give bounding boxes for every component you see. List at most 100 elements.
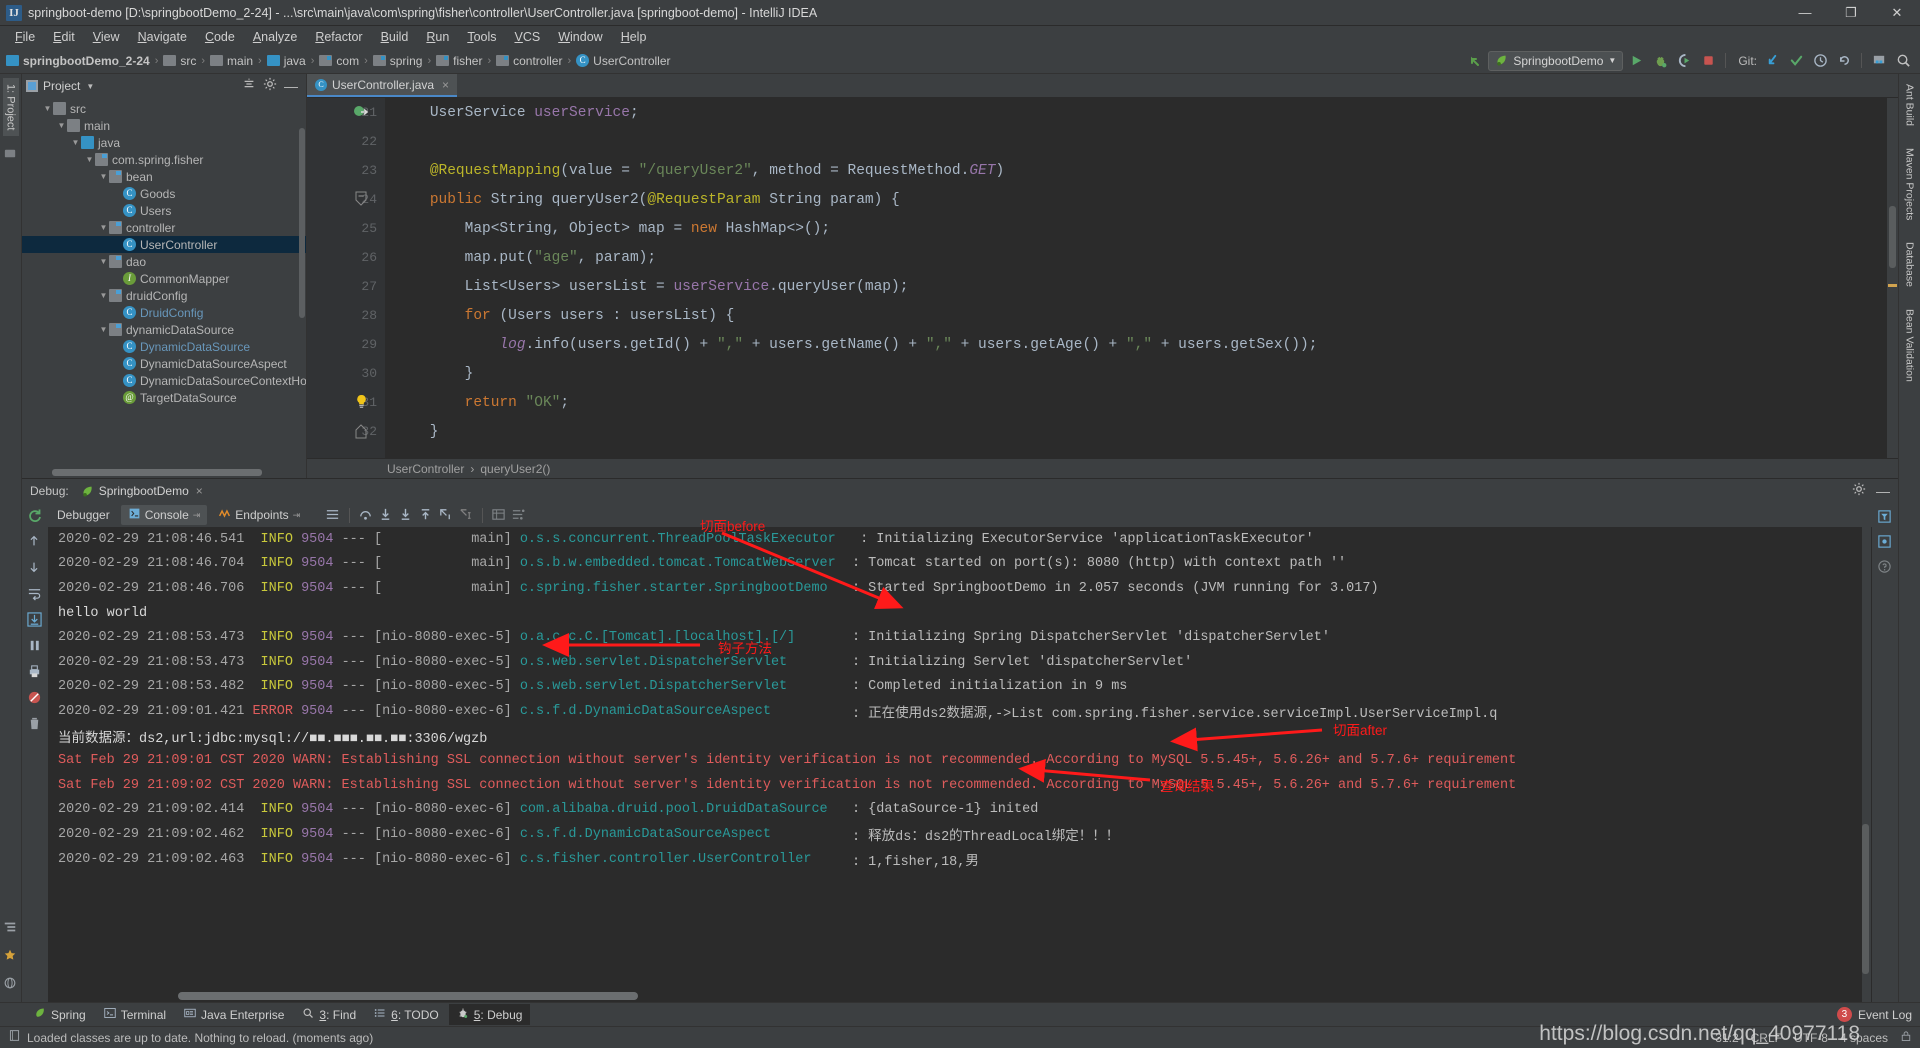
pause-icon[interactable] — [27, 638, 43, 654]
tree-item-dynamicdatasourcecontextholder[interactable]: C DynamicDataSourceContextHolder — [22, 372, 306, 389]
code-line[interactable]: @RequestMapping (value = "/queryUser2", m… — [395, 156, 1898, 185]
tree-expand-arrow[interactable]: ▼ — [98, 257, 109, 266]
project-tree-scrollbar[interactable] — [299, 128, 305, 318]
code-line[interactable]: for (Users users : usersList) { — [395, 301, 1898, 330]
print-icon[interactable] — [27, 664, 43, 680]
tree-item-src[interactable]: ▼ src — [22, 100, 306, 117]
console-vscrollbar[interactable] — [1862, 527, 1871, 1002]
maximize-button[interactable]: ❐ — [1828, 0, 1874, 26]
menu-item-tools[interactable]: Tools — [458, 28, 505, 46]
stop-button[interactable] — [1697, 51, 1719, 71]
project-structure-icon[interactable] — [1868, 51, 1890, 71]
chevron-down-icon[interactable]: ▼ — [86, 82, 94, 91]
fold-end-icon[interactable] — [355, 423, 369, 439]
editor-breadcrumb-item[interactable]: queryUser2() — [480, 462, 550, 476]
tool-window-java-enterprise[interactable]: Java Enterprise — [176, 1004, 292, 1025]
debug-tab-debugger[interactable]: Debugger — [50, 506, 117, 524]
minimize-button[interactable]: — — [1782, 0, 1828, 26]
tool-window-terminal[interactable]: Terminal — [96, 1004, 174, 1025]
right-tab-maven-projects[interactable]: Maven Projects — [1902, 142, 1918, 226]
run-with-coverage-button[interactable] — [1673, 51, 1695, 71]
tree-expand-arrow[interactable]: ▼ — [98, 325, 109, 334]
soft-wrap-icon[interactable] — [27, 586, 43, 602]
editor-scroll-thumb[interactable] — [1889, 206, 1896, 268]
git-commit-icon[interactable] — [1785, 51, 1807, 71]
breadcrumb-spring[interactable]: spring — [371, 54, 425, 68]
step-out-icon[interactable] — [418, 507, 434, 523]
tree-item-commonmapper[interactable]: I CommonMapper — [22, 270, 306, 287]
sidebar-tab-favorites-icon[interactable] — [3, 948, 19, 964]
menu-item-code[interactable]: Code — [196, 28, 244, 46]
git-history-icon[interactable] — [1809, 51, 1831, 71]
tree-item-dynamicdatasource[interactable]: ▼ dynamicDataSource — [22, 321, 306, 338]
tree-item-bean[interactable]: ▼ bean — [22, 168, 306, 185]
menu-item-navigate[interactable]: Navigate — [129, 28, 196, 46]
code-line[interactable]: } — [395, 359, 1898, 388]
fold-collapse-icon[interactable] — [355, 191, 369, 206]
git-update-icon[interactable] — [1761, 51, 1783, 71]
tree-expand-arrow[interactable]: ▼ — [98, 172, 109, 181]
run-button[interactable] — [1625, 51, 1647, 71]
structure-folder-icon[interactable] — [3, 146, 19, 162]
step-over-icon[interactable] — [358, 507, 374, 523]
console-settings-icon[interactable] — [1877, 534, 1893, 550]
debug-tab-endpoints[interactable]: Endpoints ⇥ — [211, 505, 307, 525]
breadcrumb-fisher[interactable]: fisher — [434, 54, 484, 68]
tree-item-dao[interactable]: ▼ dao — [22, 253, 306, 270]
gear-icon[interactable] — [1852, 482, 1866, 501]
drop-frame-icon[interactable] — [438, 507, 454, 523]
breadcrumb-com[interactable]: com — [317, 54, 361, 68]
tree-item-usercontroller[interactable]: C UserController — [22, 236, 306, 253]
menu-item-edit[interactable]: Edit — [44, 28, 84, 46]
menu-item-refactor[interactable]: Refactor — [306, 28, 371, 46]
code-line[interactable]: List<Users> usersList = userService .quer… — [395, 272, 1898, 301]
project-tree-hscrollbar[interactable] — [52, 469, 262, 476]
sidebar-tab-structure-icon[interactable] — [3, 920, 19, 936]
editor-warning-marker[interactable] — [1888, 284, 1897, 287]
editor-scrollbar[interactable] — [1887, 98, 1898, 458]
menu-item-view[interactable]: View — [84, 28, 129, 46]
console-hscrollbar[interactable] — [178, 992, 638, 1000]
git-revert-icon[interactable] — [1833, 51, 1855, 71]
editor-tab-usercontroller[interactable]: C UserController.java × — [307, 74, 458, 97]
debug-tab-console[interactable]: Console ⇥ — [120, 505, 208, 525]
breadcrumb-main[interactable]: main — [208, 54, 255, 68]
tree-item-druidconfig[interactable]: C DruidConfig — [22, 304, 306, 321]
rerun-icon[interactable] — [27, 508, 43, 524]
close-icon[interactable]: × — [442, 78, 449, 92]
tree-item-druidconfig[interactable]: ▼ druidConfig — [22, 287, 306, 304]
tool-window-3-find[interactable]: 3: Find — [294, 1004, 364, 1025]
right-tab-bean-validation[interactable]: Bean Validation — [1902, 303, 1918, 388]
tool-window-spring[interactable]: Spring — [26, 1004, 94, 1025]
evaluate-table-icon[interactable] — [491, 507, 507, 523]
tool-window-6-todo[interactable]: 6: TODO — [366, 1004, 447, 1025]
gear-icon[interactable] — [263, 77, 277, 96]
menu-item-window[interactable]: Window — [549, 28, 611, 46]
right-tab-ant-build[interactable]: Ant Build — [1902, 78, 1918, 132]
right-tab-database[interactable]: Database — [1902, 236, 1918, 293]
code-line[interactable]: } — [395, 417, 1898, 446]
tree-item-main[interactable]: ▼ main — [22, 117, 306, 134]
intention-bulb-icon[interactable] — [355, 394, 369, 408]
tree-expand-arrow[interactable]: ▼ — [56, 121, 67, 130]
tree-item-java[interactable]: ▼ java — [22, 134, 306, 151]
editor-breadcrumb-item[interactable]: UserController — [387, 462, 464, 476]
breadcrumb-controller[interactable]: controller — [494, 54, 564, 68]
pin-icon[interactable]: ⇥ — [193, 510, 201, 521]
hide-panel-icon[interactable]: — — [284, 79, 298, 93]
settings-lines-icon[interactable] — [511, 507, 527, 523]
breadcrumb-usercontroller[interactable]: C UserController — [574, 54, 672, 68]
tree-item-users[interactable]: C Users — [22, 202, 306, 219]
stop-record-icon[interactable] — [27, 690, 43, 706]
editor-gutter[interactable]: 21 22 23 24 25 26 27 28 29 30 31 32 — [307, 98, 385, 458]
tree-expand-arrow[interactable]: ▼ — [98, 223, 109, 232]
tree-item-com-spring-fisher[interactable]: ▼ com.spring.fisher — [22, 151, 306, 168]
run-configuration-selector[interactable]: SpringbootDemo ▼ — [1488, 50, 1624, 71]
chevron-down-icon[interactable]: ▼ — [1608, 56, 1616, 65]
console-help-icon[interactable] — [1877, 559, 1893, 575]
code-line[interactable]: public String queryUser2(@RequestParam S… — [395, 185, 1898, 214]
tree-expand-arrow[interactable]: ▼ — [70, 138, 81, 147]
tree-item-dynamicdatasource[interactable]: C DynamicDataSource — [22, 338, 306, 355]
close-icon[interactable]: × — [196, 484, 203, 498]
force-step-into-icon[interactable] — [398, 507, 414, 523]
